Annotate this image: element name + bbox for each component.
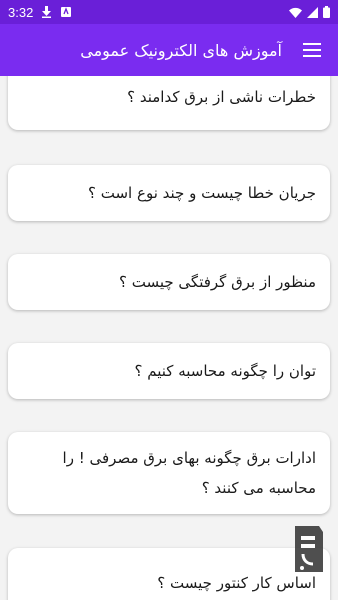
signal-icon bbox=[307, 6, 318, 18]
status-bar: 3:32 bbox=[0, 0, 338, 24]
question-text: ادارات برق چگونه بهای برق مصرفی ! را محا… bbox=[62, 449, 316, 497]
app-title: آموزش های الکترونیک عمومی bbox=[80, 40, 282, 60]
store-icon bbox=[60, 6, 72, 18]
question-card-4[interactable]: توان را چگونه محاسبه کنیم ؟ bbox=[8, 343, 330, 399]
question-text: جریان خطا چیست و چند نوع است ؟ bbox=[88, 184, 316, 202]
store-watermark-logo bbox=[289, 524, 329, 576]
question-text: منظور از برق گرفتگی چیست ؟ bbox=[119, 273, 316, 291]
question-card-3[interactable]: منظور از برق گرفتگی چیست ؟ bbox=[8, 254, 330, 310]
app-bar: آموزش های الکترونیک عمومی bbox=[0, 24, 338, 76]
question-text: اساس کار کنتور چیست ؟ bbox=[157, 574, 316, 592]
status-time: 3:32 bbox=[8, 4, 34, 20]
wifi-icon bbox=[289, 7, 302, 18]
download-icon bbox=[41, 6, 52, 18]
hamburger-menu-icon[interactable] bbox=[300, 38, 324, 62]
question-text: خطرات ناشی از برق کدامند ؟ bbox=[127, 88, 316, 106]
battery-icon bbox=[323, 6, 330, 18]
question-text: توان را چگونه محاسبه کنیم ؟ bbox=[134, 362, 316, 380]
question-card-1[interactable]: خطرات ناشی از برق کدامند ؟ bbox=[8, 76, 330, 130]
question-card-5[interactable]: ادارات برق چگونه بهای برق مصرفی ! را محا… bbox=[8, 432, 330, 514]
question-card-6[interactable]: اساس کار کنتور چیست ؟ bbox=[8, 548, 330, 600]
question-card-2[interactable]: جریان خطا چیست و چند نوع است ؟ bbox=[8, 165, 330, 221]
question-list[interactable]: خطرات ناشی از برق کدامند ؟ جریان خطا چیس… bbox=[0, 76, 338, 600]
